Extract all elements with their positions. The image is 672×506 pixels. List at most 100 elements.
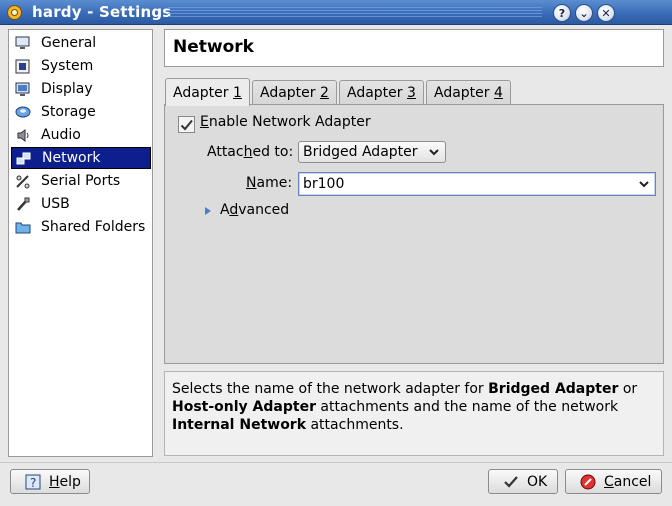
label-mnemonic: E	[200, 114, 209, 130]
description-text: attachments and the name of the network	[315, 399, 619, 415]
sidebar-item-label: USB	[41, 196, 70, 212]
advanced-toggle[interactable]: Advanced	[220, 202, 289, 218]
label-mnemonic: N	[246, 175, 257, 191]
tab-label-mnemonic: 1	[233, 84, 242, 101]
description-bold: Internal Network	[172, 417, 307, 433]
sidebar-item-label: Audio	[41, 127, 81, 143]
tab-adapter-4[interactable]: Adapter 4	[426, 80, 511, 105]
ok-button-label: OK	[527, 473, 548, 490]
sidebar-item-general[interactable]: General	[11, 32, 151, 54]
tab-adapter-1[interactable]: Adapter 1	[165, 78, 250, 106]
minimize-window-button[interactable]: ⌄	[575, 4, 593, 22]
sidebar-item-label: Serial Ports	[41, 173, 121, 189]
window-title: hardy - Settings	[32, 3, 172, 21]
attached-to-label: Attached to:	[207, 144, 293, 160]
disk-icon	[14, 104, 31, 121]
description-text: Selects the name of the network adapter …	[172, 381, 489, 397]
label-mnemonic: C	[604, 473, 614, 490]
page-header: Network	[164, 29, 664, 67]
name-label: Name:	[246, 175, 292, 191]
display-icon	[14, 81, 31, 98]
sidebar-item-shared-folders[interactable]: Shared Folders	[11, 216, 151, 238]
attached-to-select[interactable]: Bridged Adapter	[298, 141, 446, 163]
description-text: or	[618, 381, 638, 397]
label-text: A	[220, 202, 230, 218]
cancel-icon	[580, 474, 596, 490]
tab-label: Adapter 3	[347, 85, 416, 101]
tab-label-mnemonic: 2	[320, 85, 329, 101]
adapter-name-combobox[interactable]: br100	[298, 172, 656, 196]
sidebar-item-label: Network	[42, 150, 101, 166]
serial-port-icon	[14, 173, 31, 190]
cancel-button[interactable]: Cancel	[565, 469, 662, 494]
sidebar-item-label: System	[41, 58, 94, 74]
network-icon	[15, 150, 32, 167]
chip-icon	[14, 58, 31, 75]
tab-label: Adapter 1	[173, 85, 242, 101]
ok-button[interactable]: OK	[488, 469, 558, 494]
close-window-button[interactable]: ✕	[597, 4, 615, 22]
tab-adapter-3[interactable]: Adapter 3	[339, 80, 424, 105]
tab-label-text: Adapter	[434, 85, 494, 101]
help-window-button[interactable]: ?	[553, 4, 571, 22]
label-text: Attac	[207, 144, 244, 160]
enable-network-adapter-label[interactable]: Enable Network Adapter	[200, 114, 371, 130]
sidebar-item-storage[interactable]: Storage	[11, 101, 151, 123]
checkmark-icon	[180, 119, 193, 130]
label-mnemonic: H	[49, 473, 60, 490]
expand-arrow-icon[interactable]	[204, 206, 212, 216]
label-text: vanced	[238, 202, 290, 218]
sidebar-item-label: Shared Folders	[41, 219, 146, 235]
button-separator	[0, 462, 672, 463]
tab-label-text: Adapter	[173, 84, 233, 101]
question-icon: ?	[558, 6, 566, 20]
tab-label-text: Adapter	[347, 85, 407, 101]
help-button[interactable]: ? Help	[10, 469, 90, 494]
attached-to-value: Bridged Adapter	[303, 144, 418, 160]
sidebar-item-serial-ports[interactable]: Serial Ports	[11, 170, 151, 192]
speaker-icon	[14, 127, 31, 144]
label-text: nable Network Adapter	[208, 114, 371, 130]
description-bold: Bridged Adapter	[488, 381, 619, 397]
adapter-settings: Enable Network Adapter Attached to: Brid…	[166, 106, 662, 362]
page-title: Network	[173, 37, 254, 57]
label-text: elp	[59, 473, 81, 490]
help-button-label: Help	[49, 474, 81, 490]
help-description: Selects the name of the network adapter …	[164, 371, 664, 456]
label-text: ame:	[256, 175, 293, 191]
cancel-button-label: Cancel	[604, 474, 651, 490]
sidebar-item-system[interactable]: System	[11, 55, 151, 77]
tab-label: Adapter 4	[434, 85, 503, 101]
label-text: ancel	[613, 473, 652, 490]
tab-adapter-2[interactable]: Adapter 2	[252, 80, 337, 105]
label-mnemonic: d	[229, 202, 239, 218]
tab-label-mnemonic: 3	[407, 85, 416, 101]
label-text: ed to:	[252, 144, 294, 160]
tab-label-mnemonic: 4	[494, 85, 503, 101]
sidebar-item-network[interactable]: Network	[11, 147, 151, 169]
close-icon: ✕	[601, 6, 611, 20]
window-titlebar[interactable]: hardy - Settings ? ⌄ ✕	[0, 0, 672, 25]
chevron-down-icon	[639, 181, 649, 188]
folder-icon	[14, 219, 31, 236]
tab-label-text: Adapter	[260, 85, 320, 101]
tab-label: Adapter 2	[260, 85, 329, 101]
adapter-tab-panel: Enable Network Adapter Attached to: Brid…	[164, 104, 664, 364]
minimize-icon: ⌄	[579, 6, 589, 20]
monitor-icon	[14, 35, 31, 52]
enable-network-adapter-checkbox[interactable]	[178, 116, 195, 133]
description-text: attachments.	[306, 417, 404, 433]
sidebar-item-display[interactable]: Display	[11, 78, 151, 100]
app-gear-icon	[7, 5, 22, 20]
sidebar-item-usb[interactable]: USB	[11, 193, 151, 215]
sidebar-item-audio[interactable]: Audio	[11, 124, 151, 146]
description-bold: Host-only Adapter	[172, 399, 316, 415]
ok-check-icon	[503, 475, 519, 489]
svg-text:?: ?	[30, 476, 36, 490]
sidebar-item-label: General	[41, 35, 97, 51]
sidebar-item-label: Display	[41, 81, 93, 97]
chevron-down-icon	[429, 149, 439, 156]
titlebar-decoration	[168, 7, 542, 18]
help-icon: ?	[25, 474, 41, 490]
settings-category-list[interactable]: General System Display Storage Audio Net…	[8, 29, 153, 457]
